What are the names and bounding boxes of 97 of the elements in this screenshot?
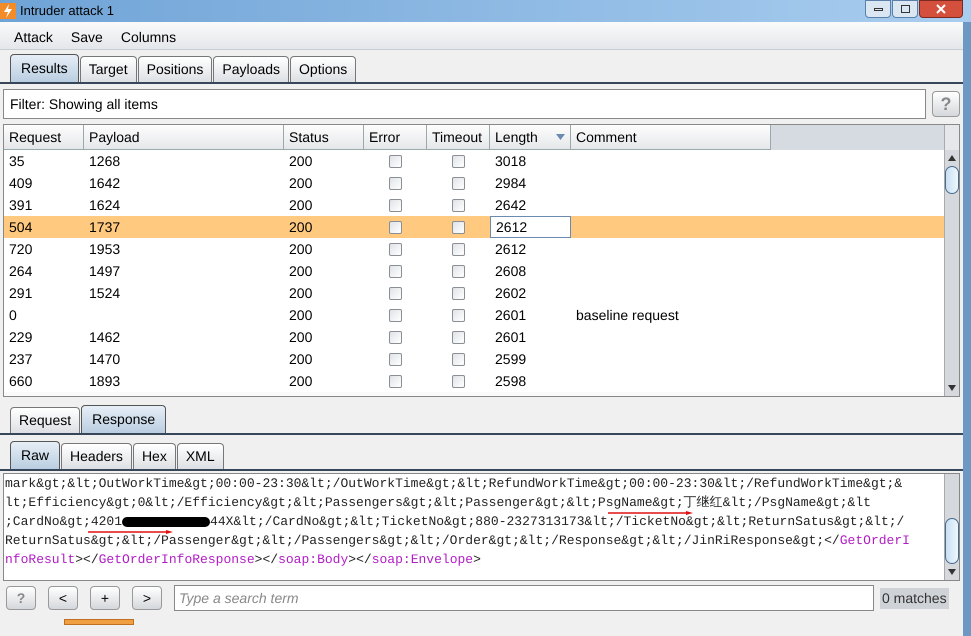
table-cell-text: 391 [9, 196, 32, 214]
column-header[interactable]: Status [284, 125, 364, 150]
match-count: 0 matches [880, 588, 949, 608]
table-cell-text: 200 [289, 174, 312, 192]
table-cell-text: 1953 [89, 240, 120, 258]
table-cell-text: baseline request [576, 306, 679, 325]
table-cell-text: 2599 [495, 350, 526, 368]
scroll-thumb[interactable] [945, 166, 959, 194]
table-cell-text: 1642 [89, 174, 120, 192]
table-cell-text: 200 [289, 262, 312, 280]
search-nav-button[interactable]: > [132, 586, 162, 610]
maximize-button[interactable] [892, 0, 918, 18]
scroll-thumb[interactable] [945, 518, 959, 564]
table-row[interactable]: 660 1893 200 2598 [4, 370, 944, 392]
table-cell-text: 1470 [89, 350, 120, 368]
lightning-icon [0, 3, 16, 19]
table-cell-text: 2642 [495, 196, 526, 214]
menu-item[interactable]: Attack [14, 27, 53, 48]
table-cell-text: 200 [289, 284, 312, 302]
table-row[interactable]: 720 1953 200 2612 [4, 238, 944, 260]
table-row[interactable]: 237 1470 200 2599 [4, 348, 944, 370]
table-cell-text: 2608 [495, 262, 526, 280]
table-cell-text: 1737 [89, 218, 120, 236]
table-cell-text: 200 [289, 372, 312, 390]
table-cell-text: 2602 [495, 284, 526, 302]
search-nav-button[interactable]: < [48, 586, 78, 610]
menu-item[interactable]: Columns [120, 27, 176, 48]
table-cell-text: 35 [9, 152, 25, 170]
tab[interactable]: Headers [61, 443, 132, 469]
table-cell-text: 3018 [495, 152, 526, 170]
tab[interactable]: Options [290, 56, 356, 82]
column-header[interactable]: Timeout [427, 125, 490, 150]
window-title: Intruder attack 1 [20, 2, 114, 20]
tab[interactable]: Response [81, 405, 166, 433]
table-cell-text: 1893 [89, 372, 120, 390]
filter-bar[interactable]: Filter: Showing all items [3, 89, 926, 119]
column-header[interactable]: Payload [84, 125, 284, 150]
header-corner [945, 125, 959, 150]
table-cell-text: 1624 [89, 196, 120, 214]
table-cell-text: 264 [9, 262, 32, 280]
table-cell-text: 200 [289, 306, 312, 324]
table-row[interactable]: 0 200 2601 baseline request [4, 304, 944, 326]
tab[interactable]: XML [176, 443, 224, 469]
table-cell-text: 200 [289, 328, 312, 346]
column-header[interactable]: Request [4, 125, 84, 150]
tab[interactable]: Payloads [213, 56, 290, 82]
table-row[interactable]: 504 1737 200 2612 [4, 216, 944, 238]
table-cell-text: 2598 [495, 372, 526, 390]
table-cell-text: 0 [9, 306, 17, 324]
search-field[interactable]: Type a search term [174, 585, 874, 611]
table-row[interactable]: 391 1624 200 2642 [4, 194, 944, 216]
table-cell-text: 2601 [495, 306, 526, 324]
tab[interactable]: Results [10, 54, 79, 82]
table-row[interactable]: 229 1462 200 2601 [4, 326, 944, 348]
table-cell-text: 1268 [89, 152, 120, 170]
table-row[interactable]: 264 1497 200 2608 [4, 260, 944, 282]
table-cell-text: 291 [9, 284, 32, 302]
table-cell-text: 720 [9, 240, 32, 258]
table-cell-text: 200 [289, 240, 312, 258]
table-cell-text: 200 [289, 350, 312, 368]
table-cell-text: 660 [9, 372, 32, 390]
table-cell-text: 237 [9, 350, 32, 368]
table-cell-text: 200 [289, 152, 312, 170]
table-cell-text: 1497 [89, 262, 120, 280]
table-row[interactable]: 409 1642 200 2984 [4, 172, 944, 194]
table-cell-text: 2612 [495, 240, 526, 258]
table-cell-text: 2984 [495, 174, 526, 192]
table-cell-text: 2612 [496, 218, 528, 236]
response-text: mark&gt;&lt;OutWorkTime&gt;00:00-23:30&lt;/OutWorkTime&gt;&lt;RefundWorkTime&gt;00:00-23:30&lt;/RefundWorkTime&gt;& lt;Efficiency&gt;0&lt;/Efficiency&gt;&lt;Passengers&gt;&lt;Passenger&gt;&lt;PsgName&gt;丁继红&lt;/PsgName&gt;&lt ;CardNo&gt;4201 44X&lt;/CardNo&gt;&lt;TicketNo&gt;880-2327313173&lt;/TicketNo&gt;&lt;ReturnSatus&gt;&lt;/ ReturnSatus&gt;&lt;/Passenger&gt;&lt;/Passengers&gt;&lt;/Order&gt;&lt;/Response&gt;&lt;/JinRiResponse&gt;</GetOrderI nfoResult></GetOrderInfoResponse></soap:Body></soap:Envelope> [4, 475, 911, 569]
table-cell-text: 1462 [89, 328, 120, 346]
scroll-down-icon[interactable] [948, 384, 956, 392]
scrollbar[interactable] [944, 474, 959, 580]
table-cell-text: 409 [9, 174, 32, 192]
table-row[interactable]: 35 1268 200 3018 [4, 150, 944, 172]
tab[interactable]: Request [10, 407, 80, 433]
scrollbar[interactable] [944, 125, 959, 396]
tab[interactable]: Positions [138, 56, 212, 82]
tab[interactable]: Raw [10, 441, 60, 469]
scroll-up-icon[interactable] [948, 154, 956, 162]
scroll-down-icon[interactable] [948, 568, 956, 576]
table-cell-text: 229 [9, 328, 32, 346]
close-button[interactable] [919, 0, 963, 18]
table-cell-text: 1524 [89, 284, 120, 302]
tab[interactable]: Target [80, 56, 137, 82]
close-icon [936, 4, 946, 14]
table-cell-text: 2601 [495, 328, 526, 346]
column-header[interactable]: Comment [571, 125, 771, 150]
table-row[interactable]: 291 1524 200 2602 [4, 282, 944, 304]
table-cell-text: 200 [289, 196, 312, 214]
column-header[interactable]: Error [364, 125, 427, 150]
table-cell-text: 504 [9, 218, 32, 236]
menu-item[interactable]: Save [70, 27, 103, 48]
tab[interactable]: Hex [132, 443, 176, 469]
table-cell-text: 200 [289, 218, 312, 236]
search-nav-button[interactable]: + [90, 586, 120, 610]
column-header[interactable]: Length [490, 125, 571, 150]
minimize-button[interactable] [865, 0, 891, 18]
